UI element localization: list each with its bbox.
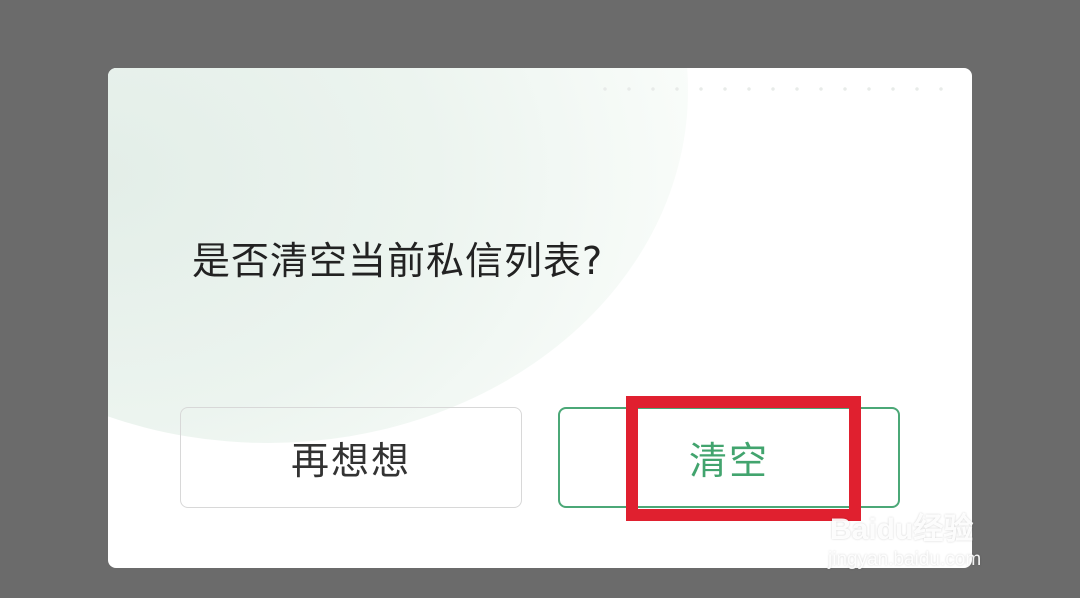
decorative-dots xyxy=(593,86,963,92)
baidu-jingyan-watermark: Baidu经验 jingyan.baidu.com xyxy=(826,482,1026,582)
watermark-brand: Baidu经验 xyxy=(830,513,974,546)
watermark-url: jingyan.baidu.com xyxy=(828,549,982,570)
cancel-button[interactable]: 再想想 xyxy=(180,407,522,508)
dialog-message: 是否清空当前私信列表? xyxy=(192,239,604,283)
